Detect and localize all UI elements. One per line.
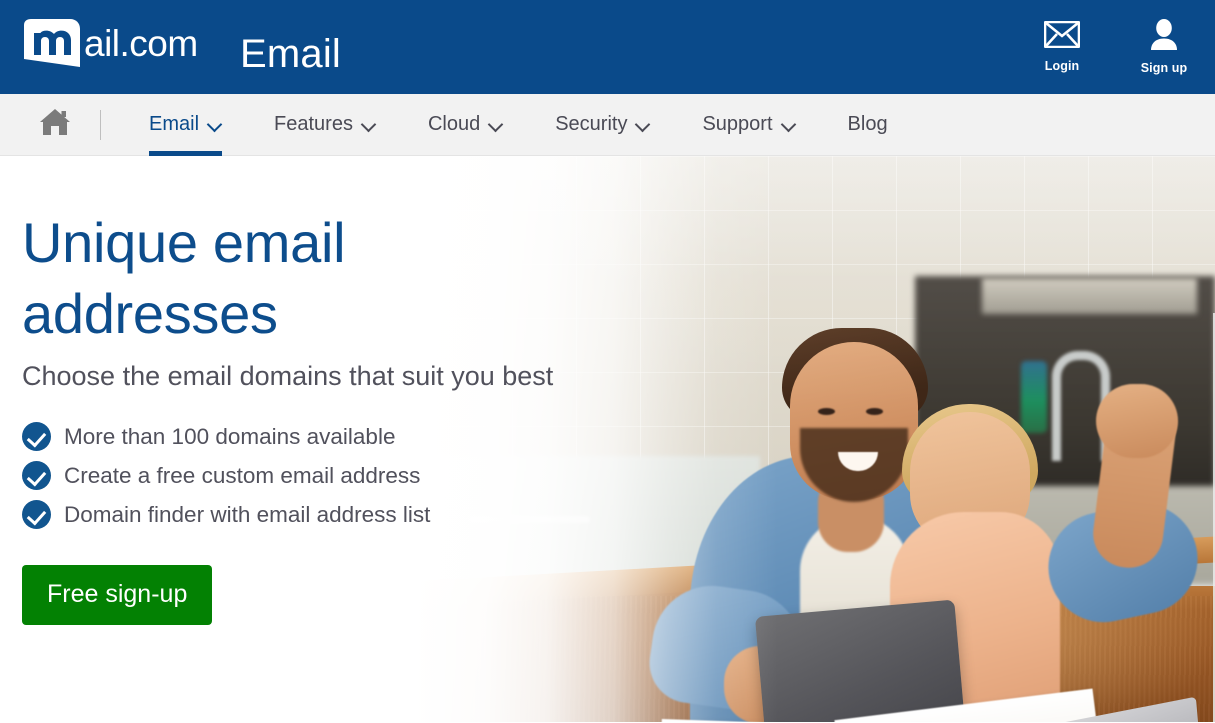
nav-divider bbox=[100, 109, 101, 140]
chevron-down-icon bbox=[636, 122, 650, 130]
chevron-down-icon bbox=[362, 122, 376, 130]
nav-item-label: Email bbox=[149, 113, 200, 135]
envelope-icon bbox=[1043, 20, 1081, 53]
nav-item-label: Features bbox=[274, 113, 353, 135]
check-circle-icon bbox=[22, 461, 51, 491]
nav-item-security[interactable]: Security bbox=[529, 94, 676, 156]
home-link[interactable] bbox=[30, 107, 80, 142]
chevron-down-icon bbox=[489, 122, 503, 130]
nav-item-features[interactable]: Features bbox=[248, 94, 402, 156]
nav-items: Email Features Cloud Security Support Bl… bbox=[123, 94, 914, 156]
person-icon bbox=[1149, 19, 1179, 55]
list-item-label: Domain finder with email address list bbox=[64, 502, 431, 528]
nav-item-label: Cloud bbox=[427, 113, 481, 135]
list-item: Create a free custom email address bbox=[22, 461, 602, 491]
active-tab-underline bbox=[149, 150, 223, 156]
signup-button[interactable]: Sign up bbox=[1135, 19, 1193, 75]
nav-item-support[interactable]: Support bbox=[676, 94, 821, 156]
hero-section: Unique email addresses Choose the email … bbox=[0, 156, 1215, 722]
page-title: Unique email addresses bbox=[22, 211, 346, 345]
nav-item-label: Blog bbox=[847, 113, 888, 135]
main-navigation: Email Features Cloud Security Support Bl… bbox=[0, 94, 1215, 156]
feature-list: More than 100 domains available Create a… bbox=[22, 422, 602, 530]
nav-item-email[interactable]: Email bbox=[123, 94, 248, 156]
home-icon bbox=[38, 107, 72, 142]
list-item-label: Create a free custom email address bbox=[64, 463, 421, 489]
nav-item-label: Support bbox=[702, 113, 773, 135]
product-name: Email bbox=[240, 32, 342, 76]
chevron-down-icon bbox=[782, 122, 796, 130]
check-circle-icon bbox=[22, 422, 51, 452]
login-button[interactable]: Login bbox=[1033, 20, 1091, 74]
nav-item-cloud[interactable]: Cloud bbox=[402, 94, 529, 156]
nav-item-blog[interactable]: Blog bbox=[822, 94, 914, 156]
hero-content: Unique email addresses Choose the email … bbox=[22, 208, 602, 626]
signup-label: Sign up bbox=[1140, 61, 1188, 76]
chevron-down-icon bbox=[208, 122, 222, 130]
svg-text:ail.com: ail.com bbox=[84, 23, 198, 64]
nav-item-label: Security bbox=[555, 113, 628, 135]
site-header: ail.com Email Login Sign up bbox=[0, 0, 1215, 94]
hero-subtitle: Choose the email domains that suit you b… bbox=[22, 361, 554, 392]
page-root: ail.com Email Login Sign up Email Featur… bbox=[0, 0, 1215, 723]
check-circle-icon bbox=[22, 500, 51, 530]
header-actions: Login Sign up bbox=[1033, 0, 1193, 94]
brand[interactable]: ail.com Email bbox=[22, 17, 341, 77]
login-label: Login bbox=[1044, 59, 1080, 74]
free-signup-button[interactable]: Free sign-up bbox=[22, 565, 213, 626]
list-item-label: More than 100 domains available bbox=[64, 424, 396, 450]
list-item: Domain finder with email address list bbox=[22, 500, 602, 530]
mailcom-speech-bubble-logo[interactable]: ail.com bbox=[22, 17, 222, 77]
list-item: More than 100 domains available bbox=[22, 422, 602, 452]
